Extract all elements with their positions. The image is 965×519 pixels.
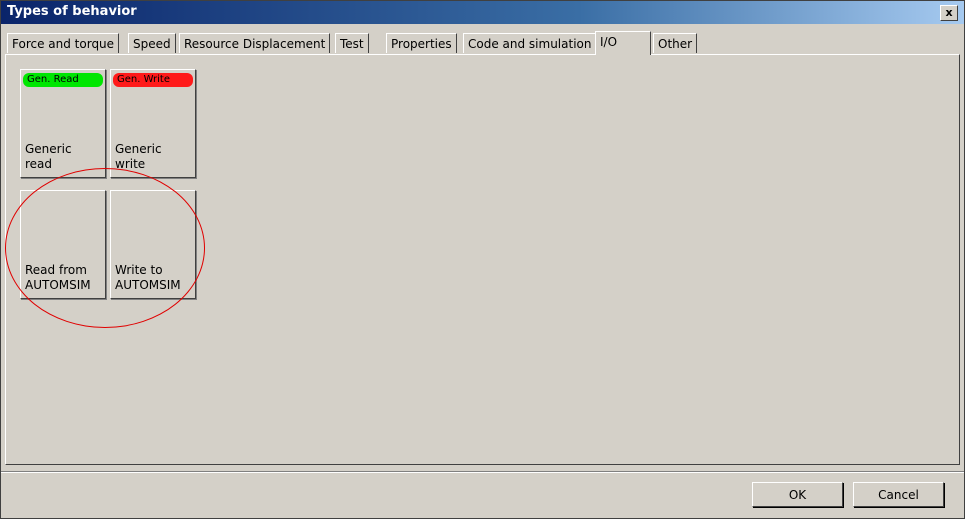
tab-code-and-simulation[interactable]: Code and simulation	[463, 33, 597, 53]
title-bar[interactable]: Types of behavior x	[1, 1, 964, 24]
generic-read-tile[interactable]: Gen. Read Generic read	[20, 69, 106, 178]
tab-resource-displacement[interactable]: Resource Displacement	[179, 33, 331, 53]
tile-label: Generic write	[115, 142, 162, 171]
tab-io[interactable]: I/O	[595, 31, 651, 55]
tile-label: Generic read	[25, 142, 72, 171]
tab-test[interactable]: Test	[335, 33, 369, 53]
close-icon[interactable]: x	[940, 5, 958, 21]
footer-separator	[1, 471, 964, 473]
gen-write-badge: Gen. Write	[113, 73, 193, 87]
tab-force-and-torque[interactable]: Force and torque	[7, 33, 120, 53]
tab-speed[interactable]: Speed	[128, 33, 176, 53]
tab-properties[interactable]: Properties	[386, 33, 457, 53]
tile-label: Write to AUTOMSIM	[115, 263, 181, 292]
dialog-window: Types of behavior x Force and torque Spe…	[0, 0, 965, 519]
ok-button[interactable]: OK	[752, 482, 843, 507]
window-title: Types of behavior	[7, 4, 137, 19]
read-from-automsim-tile[interactable]: Read from AUTOMSIM	[20, 190, 106, 299]
generic-write-tile[interactable]: Gen. Write Generic write	[110, 69, 196, 178]
gen-read-badge: Gen. Read	[23, 73, 103, 87]
write-to-automsim-tile[interactable]: Write to AUTOMSIM	[110, 190, 196, 299]
tab-other[interactable]: Other	[653, 33, 698, 53]
cancel-button[interactable]: Cancel	[853, 482, 944, 507]
tile-label: Read from AUTOMSIM	[25, 263, 91, 292]
tab-strip: Force and torque Speed Resource Displace…	[5, 31, 960, 55]
